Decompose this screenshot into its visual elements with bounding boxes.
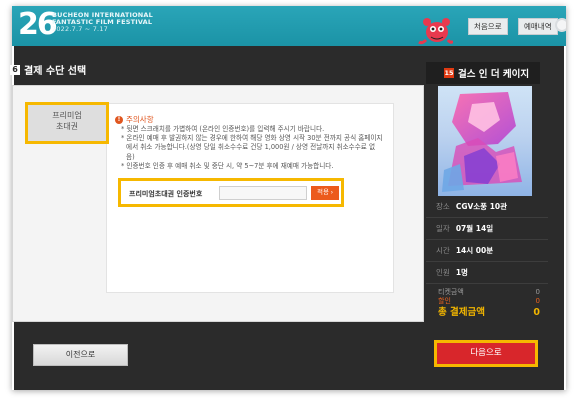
movie-title: 걸스 인 더 케이지: [458, 69, 530, 80]
next-button[interactable]: 다음으로: [434, 340, 538, 367]
section-title-text: 결제 수단 선택: [24, 66, 87, 77]
payment-tab-premium-invitation[interactable]: 프리미엄 초대권: [25, 102, 109, 144]
info-row-people: 인원 1명: [426, 262, 548, 284]
step-number-badge: 6: [10, 64, 20, 75]
mascot-icon: [418, 18, 453, 45]
festival-logo-number[interactable]: 26: [18, 8, 58, 42]
info-row-date: 일자 07월 14일: [426, 218, 548, 240]
auth-code-input[interactable]: [219, 186, 307, 200]
notice-item: * 뒷면 스크래치를 가볍하여 (온라인 인증번호)를 입력해 주시기 바랍니다…: [121, 125, 325, 133]
discount-label: 할인: [438, 297, 451, 305]
info-key: 일자: [436, 224, 450, 233]
info-key: 장소: [436, 202, 450, 211]
auth-code-box: 프리미엄초대권 인증번호 적용 ›: [118, 178, 344, 207]
discount-value: 0: [535, 297, 540, 305]
notice-list: * 뒷면 스크래치를 가볍하여 (온라인 인증번호)를 입력해 주시기 바랍니다…: [121, 125, 383, 171]
previous-button[interactable]: 이전으로: [33, 344, 128, 366]
apply-button[interactable]: 적용 ›: [311, 186, 339, 200]
section-title: 6 결제 수단 선택: [10, 62, 86, 77]
info-value: CGV소풍 10관: [455, 202, 508, 211]
site-header: 26 BUCHEON INTERNATIONAL FANTASTIC FILM …: [12, 6, 566, 46]
movie-title-bar: 15 걸스 인 더 케이지: [426, 62, 540, 84]
booking-history-button[interactable]: 예매내역: [518, 18, 558, 35]
info-value: 07월 14일: [455, 224, 494, 233]
notice-heading: ! 주의사항: [115, 114, 154, 125]
info-value: 14시 00분: [455, 246, 494, 255]
festival-logo-text[interactable]: BUCHEON INTERNATIONAL FANTASTIC FILM FES…: [52, 12, 153, 33]
info-key: 인원: [436, 268, 450, 277]
info-value: 1명: [455, 268, 468, 277]
ticket-price-row: 티켓금액 0: [426, 288, 548, 297]
booking-info-list: 장소 CGV소풍 10관 일자 07월 14일 시간 14시 00분 인원 1명: [426, 196, 548, 284]
age-rating-badge: 15: [444, 68, 454, 78]
total-price-value: 0: [533, 307, 540, 318]
info-row-venue: 장소 CGV소풍 10관: [426, 196, 548, 218]
header-circle-icon[interactable]: [555, 18, 566, 32]
ticket-price-label: 티켓금액: [438, 288, 464, 296]
discount-row: 할인 0: [426, 297, 548, 306]
total-price-label: 총 결제금액: [438, 307, 486, 318]
total-price-row: 총 결제금액 0: [426, 306, 548, 320]
home-button[interactable]: 처음으로: [468, 18, 508, 35]
warning-icon: !: [115, 115, 123, 124]
notice-title-text: 주의사항: [126, 115, 154, 124]
tab-label-line-1: 프리미엄: [52, 111, 82, 120]
logo-dates: 2022.7.7 ~ 7.17: [52, 25, 108, 33]
movie-poster: [438, 86, 532, 196]
info-key: 시간: [436, 246, 450, 255]
tab-label-line-2: 초대권: [55, 122, 79, 131]
ticket-price-value: 0: [535, 288, 540, 296]
info-row-time: 시간 14시 00분: [426, 240, 548, 262]
notice-item: * 온라인 예매 후 발권하지 않는 경우에 한하여 해당 영화 상영 시작 3…: [121, 134, 383, 161]
auth-code-label: 프리미엄초대권 인증번호: [129, 190, 203, 198]
notice-item: * 인증번호 인증 후 예매 취소 및 중단 시, 약 5~7분 후에 재예매 …: [121, 161, 334, 170]
price-summary: 티켓금액 0 할인 0 총 결제금액 0: [426, 288, 548, 334]
